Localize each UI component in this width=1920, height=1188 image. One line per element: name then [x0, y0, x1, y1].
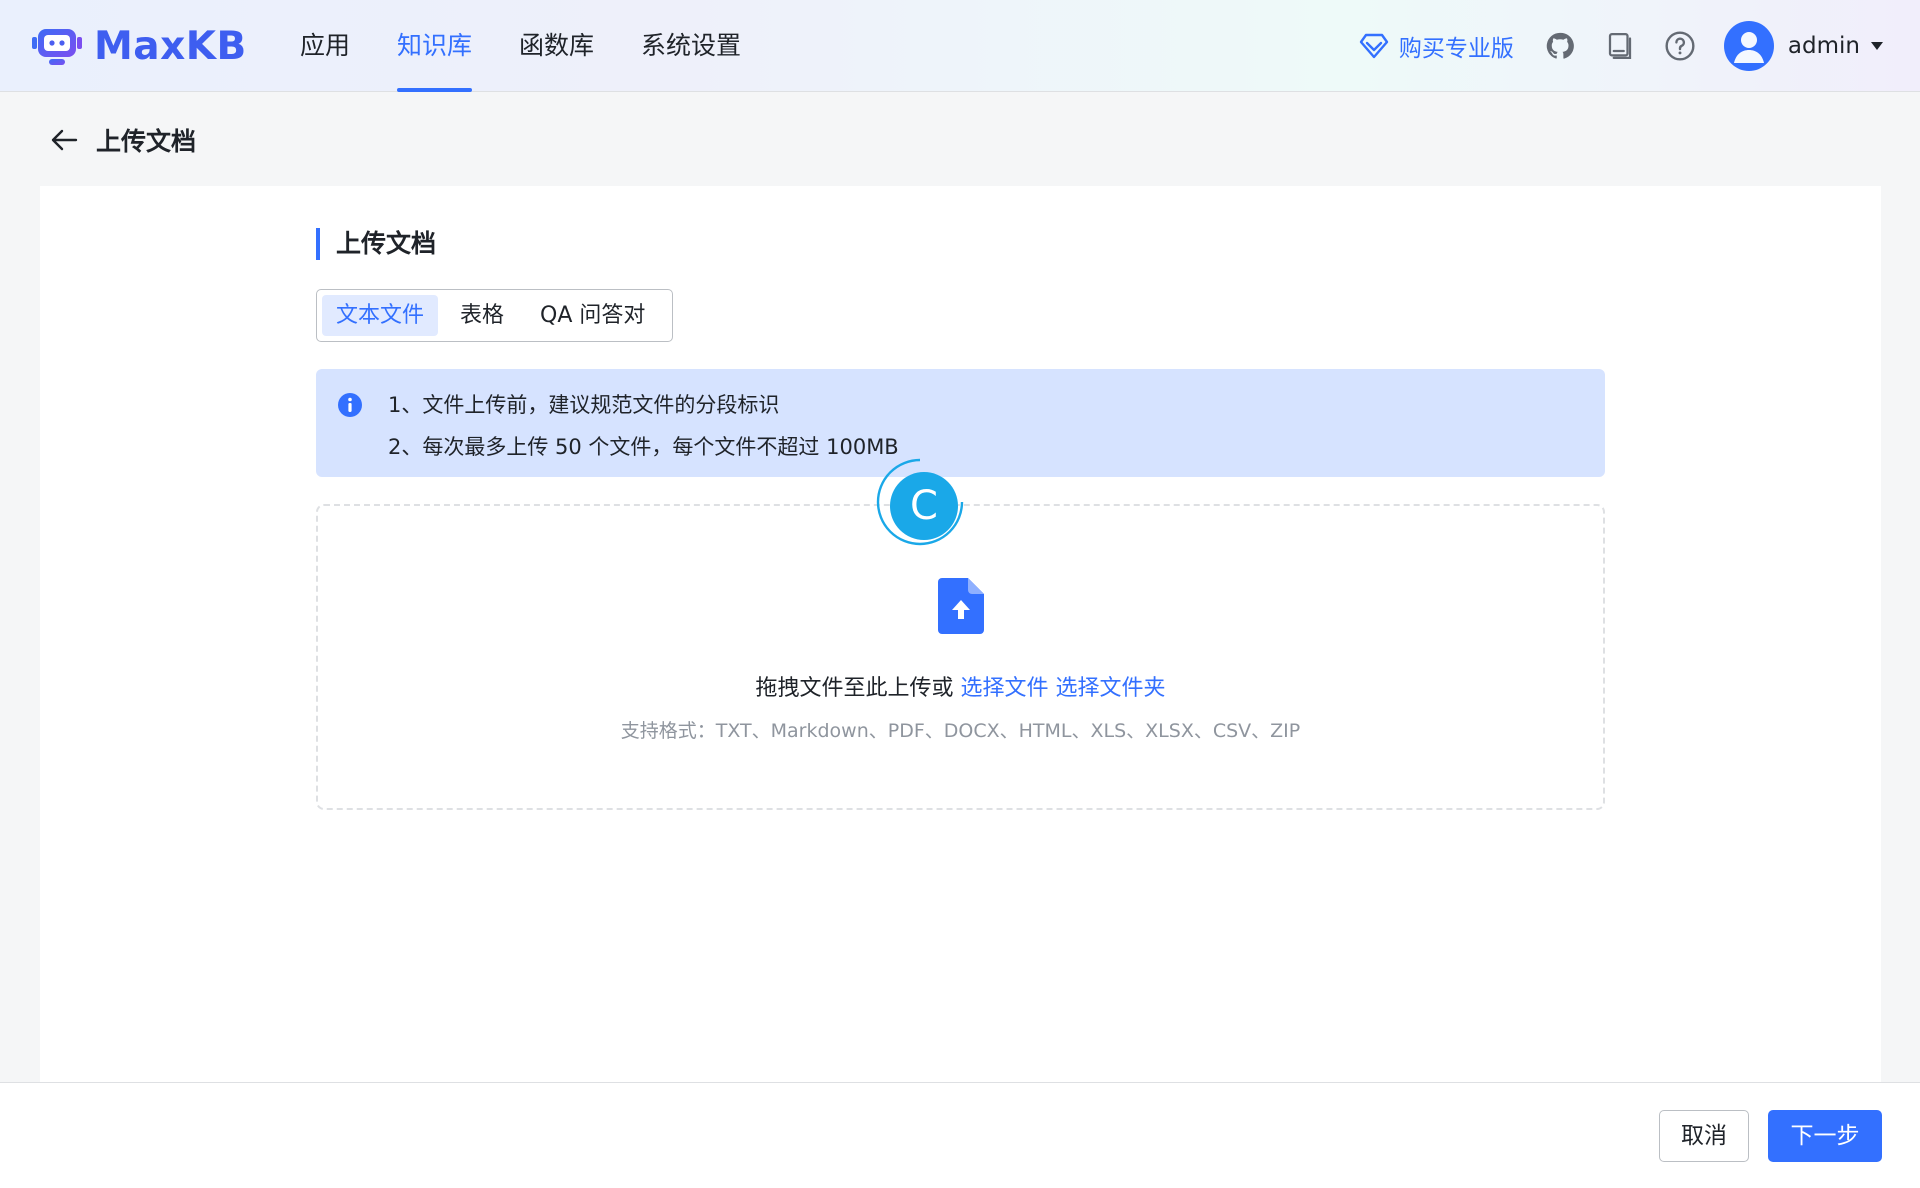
nav-item-apps[interactable]: 应用 [300, 0, 350, 92]
caret-down-icon [1871, 42, 1883, 50]
user-name: admin [1787, 33, 1860, 59]
select-folder-link[interactable]: 选择文件夹 [1056, 676, 1166, 701]
select-file-link[interactable]: 选择文件 [960, 676, 1048, 701]
page-title: 上传文档 [96, 127, 197, 156]
supported-formats: 支持格式：TXT、Markdown、PDF、DOCX、HTML、XLS、XLSX… [620, 720, 1301, 742]
back-button[interactable] [48, 124, 80, 156]
brand-logo[interactable]: MaxKB [32, 24, 247, 69]
file-upload-icon [938, 578, 984, 634]
dropzone-prompt: 拖拽文件至此上传或 [755, 676, 954, 701]
help-button[interactable] [1664, 30, 1696, 62]
github-icon [1546, 32, 1574, 59]
buy-pro-link[interactable]: 购买专业版 [1359, 29, 1514, 63]
tab-qa-pairs[interactable]: QA 问答对 [526, 295, 659, 336]
dropzone-text: 拖拽文件至此上传或 选择文件 选择文件夹 [318, 670, 1603, 702]
nav-item-functions[interactable]: 函数库 [519, 0, 594, 92]
help-icon [1665, 31, 1695, 61]
floating-assistant-icon[interactable]: C [876, 458, 964, 546]
upload-dropzone[interactable]: 拖拽文件至此上传或 选择文件 选择文件夹 支持格式：TXT、Markdown、P… [316, 504, 1605, 810]
user-manual-icon [1608, 33, 1632, 59]
nav-item-settings[interactable]: 系统设置 [641, 0, 741, 92]
alert-line-2: 2、每次最多上传 50 个文件，每个文件不超过 100MB [388, 435, 899, 459]
alert-line-1: 1、文件上传前，建议规范文件的分段标识 [388, 393, 780, 417]
upload-card: 上传文档 文本文件 表格 QA 问答对 1、文件上传前，建议规范文件的分段标识 … [40, 186, 1881, 1082]
diamond-icon [1359, 33, 1389, 59]
header-actions: 购买专业版 admin [1359, 0, 1884, 92]
brand-name: MaxKB [94, 24, 247, 69]
nav-item-knowledge[interactable]: 知识库 [397, 0, 473, 92]
page-title-bar: 上传文档 [48, 118, 196, 162]
tab-table[interactable]: 表格 [446, 295, 518, 336]
user-menu[interactable]: admin [1723, 21, 1884, 71]
user-manual-button[interactable] [1604, 30, 1636, 62]
cancel-button[interactable]: 取消 [1659, 1110, 1749, 1162]
buy-pro-label: 购买专业版 [1398, 36, 1514, 62]
footer-bar: 取消 下一步 [0, 1082, 1920, 1188]
top-header: MaxKB 应用 知识库 函数库 系统设置 购买专业版 admin [0, 0, 1920, 92]
file-type-tabs: 文本文件 表格 QA 问答对 [316, 289, 673, 342]
github-button[interactable] [1544, 30, 1576, 62]
main-nav: 应用 知识库 函数库 系统设置 [300, 0, 788, 92]
floating-assistant-letter: C [910, 483, 938, 529]
avatar [1723, 21, 1774, 71]
arrow-left-icon [51, 129, 78, 151]
section-title: 上传文档 [316, 228, 436, 260]
user-avatar-icon [1733, 32, 1764, 63]
robot-logo-icon [32, 28, 82, 65]
tab-text-file[interactable]: 文本文件 [322, 295, 439, 336]
next-step-button[interactable]: 下一步 [1768, 1110, 1882, 1162]
info-icon [338, 393, 362, 417]
